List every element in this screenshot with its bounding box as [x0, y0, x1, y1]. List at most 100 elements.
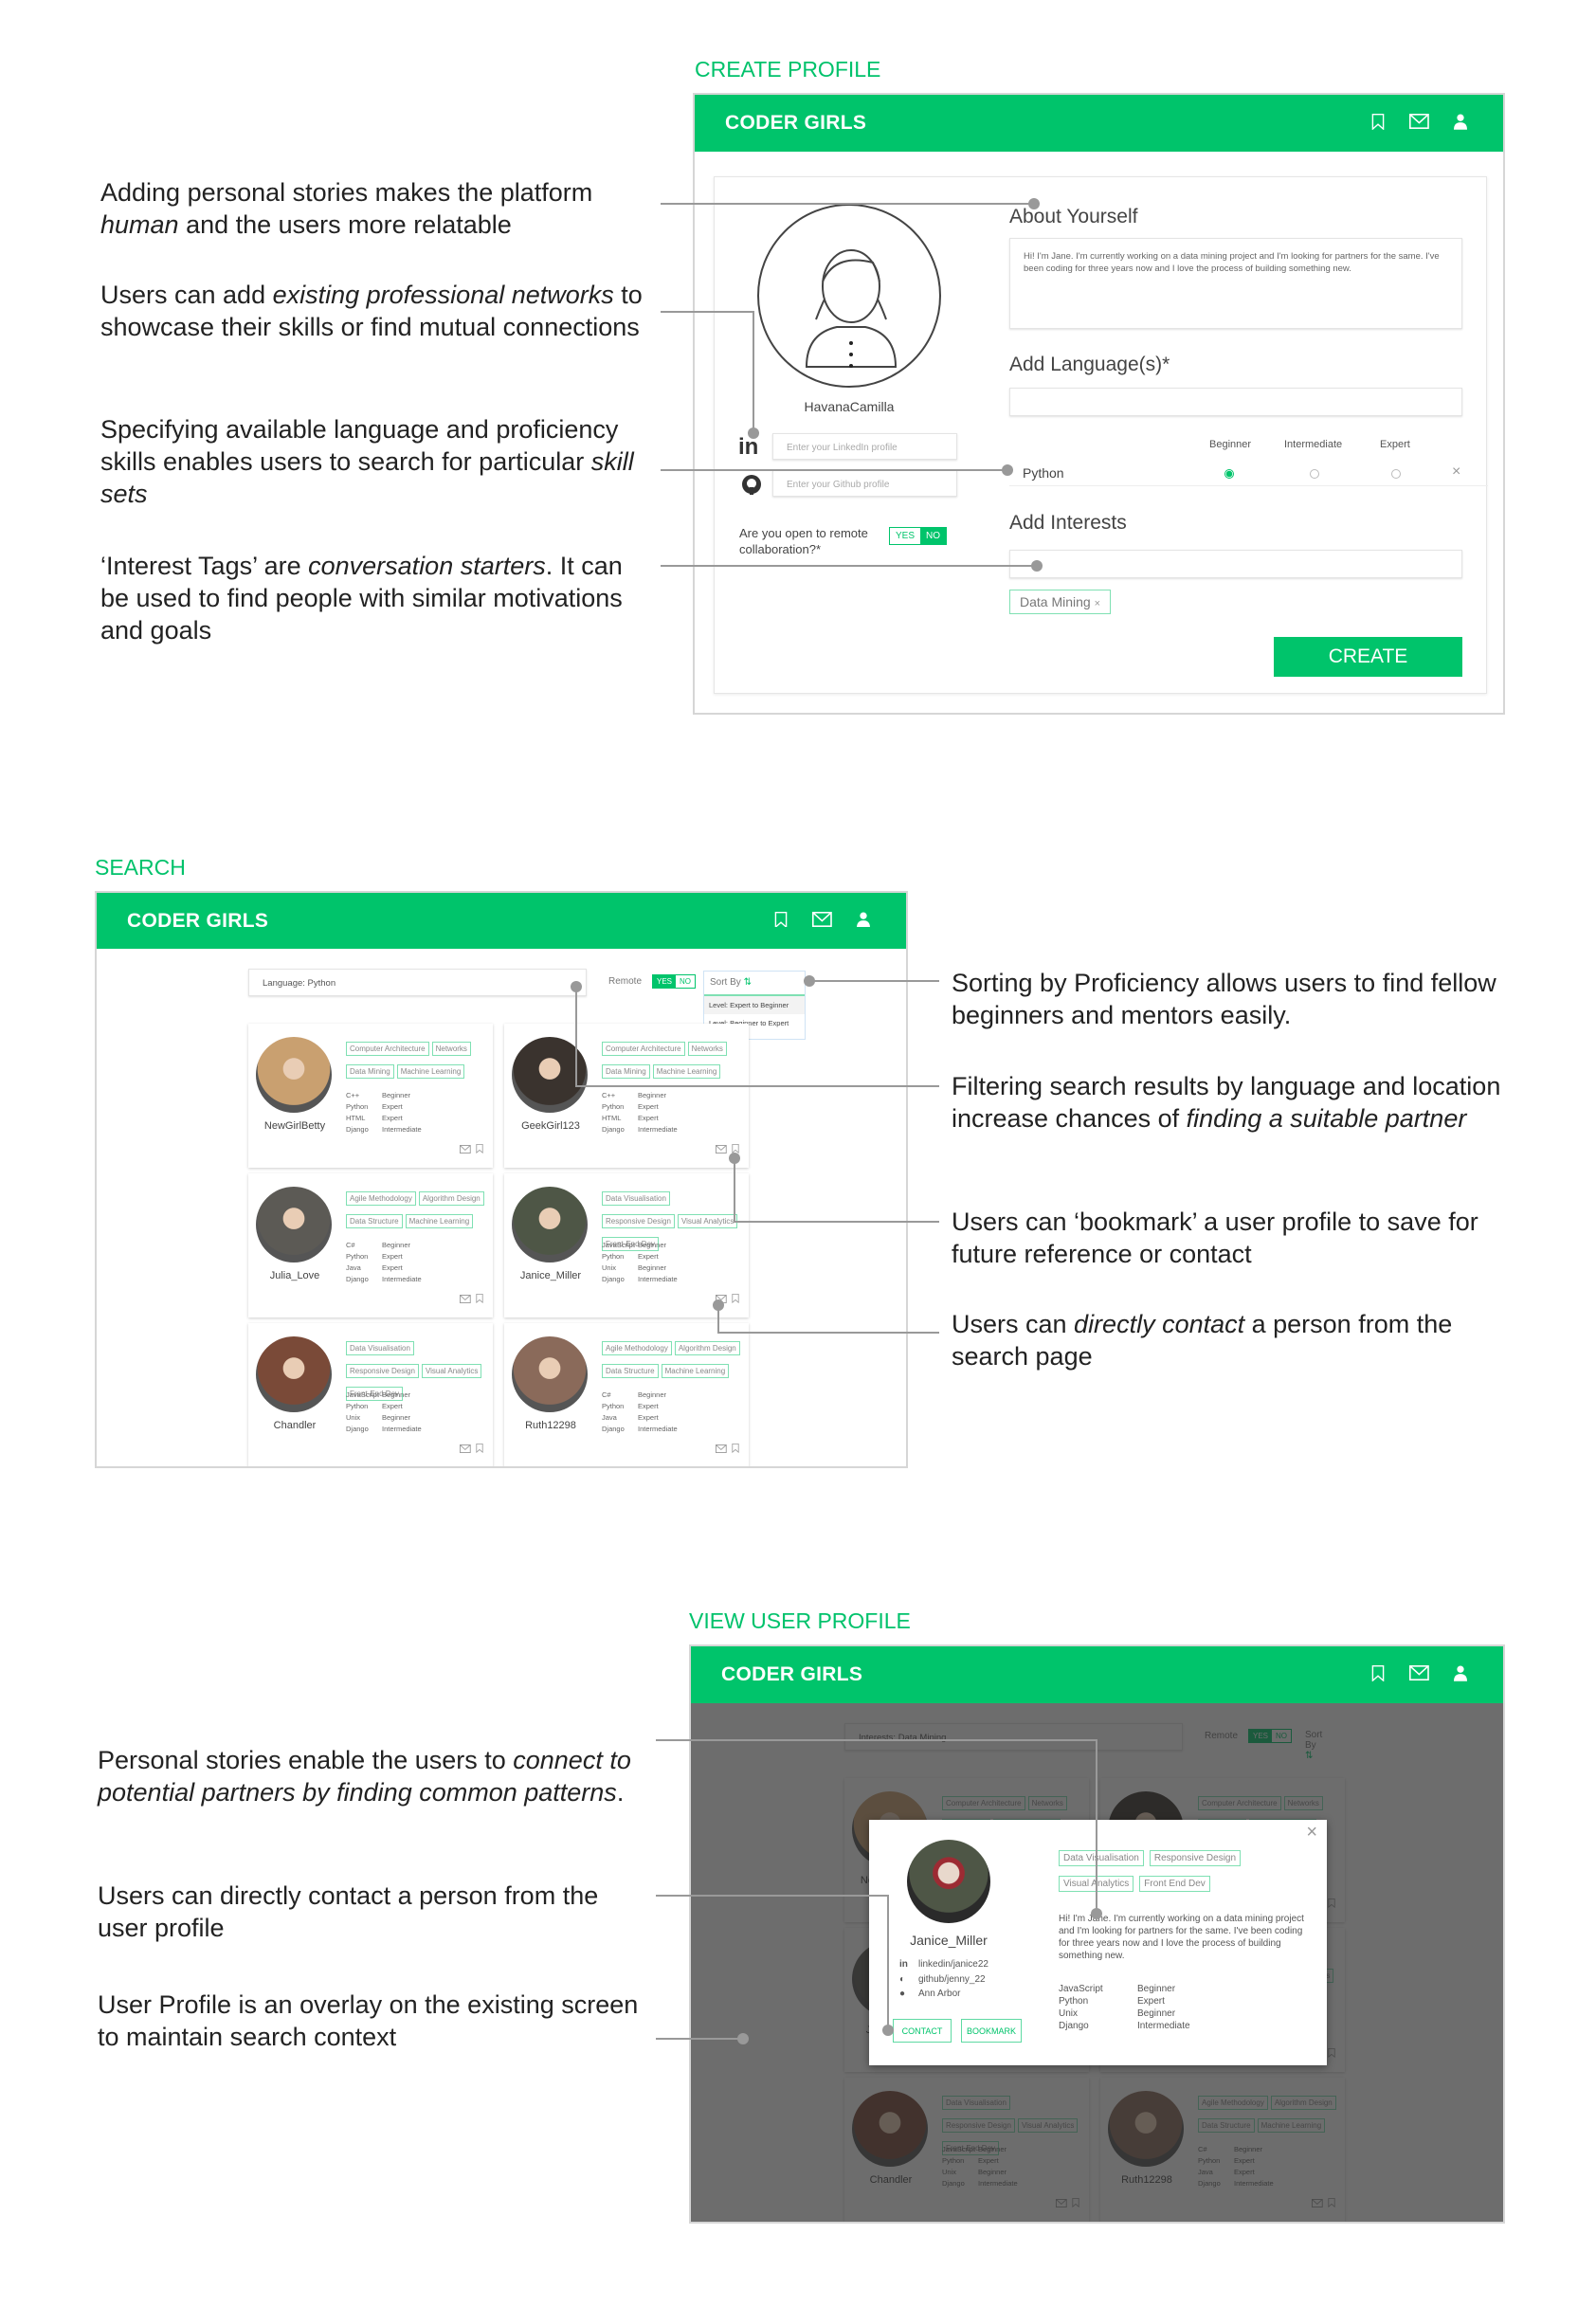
skills-list: C++BeginnerPythonExpertHTMLExpertDjangoI… [602, 1091, 678, 1134]
app-logo[interactable]: CODER GIRLS [721, 1663, 862, 1686]
bookmark-icon[interactable] [1371, 114, 1385, 130]
skills-list: C#BeginnerPythonExpertJavaExpertDjangoIn… [346, 1241, 422, 1283]
interest-tag[interactable]: Visual Analytics [421, 1364, 482, 1378]
mail-icon[interactable] [460, 1291, 471, 1308]
language-input[interactable] [1009, 388, 1462, 416]
user-icon[interactable] [1454, 114, 1467, 130]
interest-tag[interactable]: Agile Methodology [346, 1191, 416, 1206]
interest-tag[interactable]: Computer Architecture [346, 1042, 429, 1056]
user-name[interactable]: Chandler [254, 1420, 336, 1431]
interest-tag[interactable]: Agile Methodology [602, 1341, 672, 1355]
interest-tag[interactable]: Algorithm Design [674, 1341, 740, 1355]
github-input[interactable]: Enter your Github profile [772, 470, 957, 497]
bookmark-icon[interactable] [476, 1291, 483, 1308]
interest-tag[interactable]: Data Mining [346, 1064, 394, 1079]
mail-icon[interactable] [716, 1141, 727, 1158]
user-card[interactable]: Ruth12298 Agile MethodologyAlgorithm Des… [504, 1323, 749, 1466]
user-silhouette-icon [805, 249, 898, 368]
interest-tag[interactable]: Data Visualisation [346, 1341, 414, 1355]
bookmark-icon[interactable] [476, 1441, 483, 1458]
bookmark-button[interactable]: BOOKMARK [961, 2019, 1022, 2043]
level-header: Expert [1380, 439, 1410, 450]
mail-icon[interactable] [1409, 1665, 1429, 1681]
mail-icon[interactable] [1409, 114, 1429, 130]
close-icon[interactable]: × [1306, 1822, 1317, 1844]
annotation: Users can add existing professional netw… [100, 281, 643, 341]
interest-tag[interactable]: Data Visualisation [602, 1191, 670, 1206]
remote-toggle[interactable]: YESNO [889, 527, 948, 545]
bookmark-icon[interactable] [732, 1291, 739, 1308]
user-card[interactable]: Janice_Miller Data Visualisation Responsi… [504, 1173, 749, 1317]
user-card[interactable]: Chandler Data Visualisation Responsive De… [248, 1323, 493, 1466]
interest-tag[interactable]: Responsive Design [1149, 1850, 1242, 1866]
app-logo[interactable]: CODER GIRLS [127, 910, 268, 933]
avatar-placeholder[interactable] [757, 204, 941, 388]
sort-by-button[interactable]: Sort By ⇅ [704, 972, 805, 996]
mail-icon[interactable] [812, 911, 832, 927]
user-name[interactable]: NewGirlBetty [254, 1120, 336, 1132]
linkedin-input[interactable]: Enter your LinkedIn profile [772, 433, 957, 460]
skill-row: Python Expert [1059, 1996, 1165, 2007]
skill-row: JavaScript Beginner [1059, 1984, 1176, 1994]
contact-button[interactable]: CONTACT [893, 2019, 952, 2043]
user-card[interactable]: NewGirlBetty Computer ArchitectureNetwor… [248, 1024, 493, 1168]
interests-label: Add Interests [1009, 512, 1127, 534]
user-name[interactable]: Julia_Love [254, 1270, 336, 1281]
interest-tag[interactable]: Responsive Design [346, 1364, 419, 1378]
user-name[interactable]: Janice_Miller [510, 1270, 591, 1281]
user-icon[interactable] [857, 912, 870, 928]
level-radio-expert[interactable] [1391, 469, 1401, 479]
github-link[interactable]: ◐ github/jenny_22 [899, 1972, 988, 1988]
user-avatar [256, 1037, 332, 1113]
interest-tag[interactable]: Visual Analytics [1059, 1876, 1134, 1892]
interest-tag[interactable]: Networks [687, 1042, 727, 1056]
interest-tag[interactable]: Machine Learning [405, 1214, 474, 1228]
remove-tag-icon: × [1094, 598, 1101, 609]
bookmark-icon[interactable] [774, 911, 788, 928]
interest-tag[interactable]: Data Mining [602, 1064, 650, 1079]
mail-icon[interactable] [460, 1441, 471, 1458]
user-name[interactable]: Ruth12298 [510, 1420, 591, 1431]
interest-tag[interactable]: Data Visualisation [1059, 1850, 1144, 1866]
interest-tag[interactable]: Data Structure [346, 1214, 403, 1228]
linkedin-link[interactable]: in linkedin/janice22 [899, 1957, 988, 1972]
location: ● Ann Arbor [899, 1987, 988, 2002]
interest-tag[interactable]: Machine Learning [396, 1064, 465, 1079]
user-card[interactable]: GeekGirl123 Computer ArchitectureNetwork… [504, 1024, 749, 1168]
bookmark-icon[interactable] [476, 1141, 483, 1158]
skill-row: Unix Beginner [1059, 2008, 1176, 2019]
mail-icon[interactable] [716, 1441, 727, 1458]
search-input[interactable]: Language: Python [248, 969, 587, 996]
interest-tag[interactable]: Machine Learning [652, 1064, 721, 1079]
app-logo[interactable]: CODER GIRLS [725, 112, 866, 135]
interest-tag[interactable]: Responsive Design [602, 1214, 675, 1228]
interest-tag[interactable]: Data Structure [602, 1364, 659, 1378]
mail-icon[interactable] [716, 1291, 727, 1308]
user-avatar [512, 1336, 588, 1412]
mail-icon[interactable] [460, 1141, 471, 1158]
user-avatar [907, 1840, 990, 1923]
interest-tag[interactable]: Networks [431, 1042, 471, 1056]
bookmark-icon[interactable] [1371, 1665, 1385, 1681]
interest-tag[interactable]: Computer Architecture [602, 1042, 685, 1056]
interest-tag[interactable]: Data Mining × [1009, 590, 1112, 614]
bookmark-icon[interactable] [732, 1441, 739, 1458]
interests-input[interactable] [1009, 550, 1462, 578]
profile-form-card: HavanaCamilla in Enter your LinkedIn pro… [714, 176, 1488, 694]
interest-tag[interactable]: Visual Analytics [677, 1214, 738, 1228]
interest-tag[interactable]: Front End Dev [1139, 1876, 1210, 1892]
remove-language-icon[interactable]: × [1452, 463, 1460, 481]
interest-tag[interactable]: Machine Learning [661, 1364, 730, 1378]
level-radio-intermediate[interactable] [1310, 469, 1319, 479]
user-icon[interactable] [1454, 1665, 1467, 1681]
interest-tag[interactable]: Algorithm Design [418, 1191, 484, 1206]
create-button[interactable]: CREATE [1274, 637, 1462, 677]
user-card[interactable]: Julia_Love Agile MethodologyAlgorithm De… [248, 1173, 493, 1317]
divider [1009, 485, 1488, 486]
bookmark-icon[interactable] [732, 1141, 739, 1158]
sort-option[interactable]: Level: Expert to Beginner [704, 996, 805, 1014]
remote-toggle[interactable]: YESNO [652, 974, 697, 989]
level-radio-beginner[interactable] [1224, 469, 1234, 479]
about-textarea[interactable]: Hi! I'm Jane. I'm currently working on a… [1009, 238, 1462, 329]
user-name[interactable]: GeekGirl123 [510, 1120, 591, 1132]
